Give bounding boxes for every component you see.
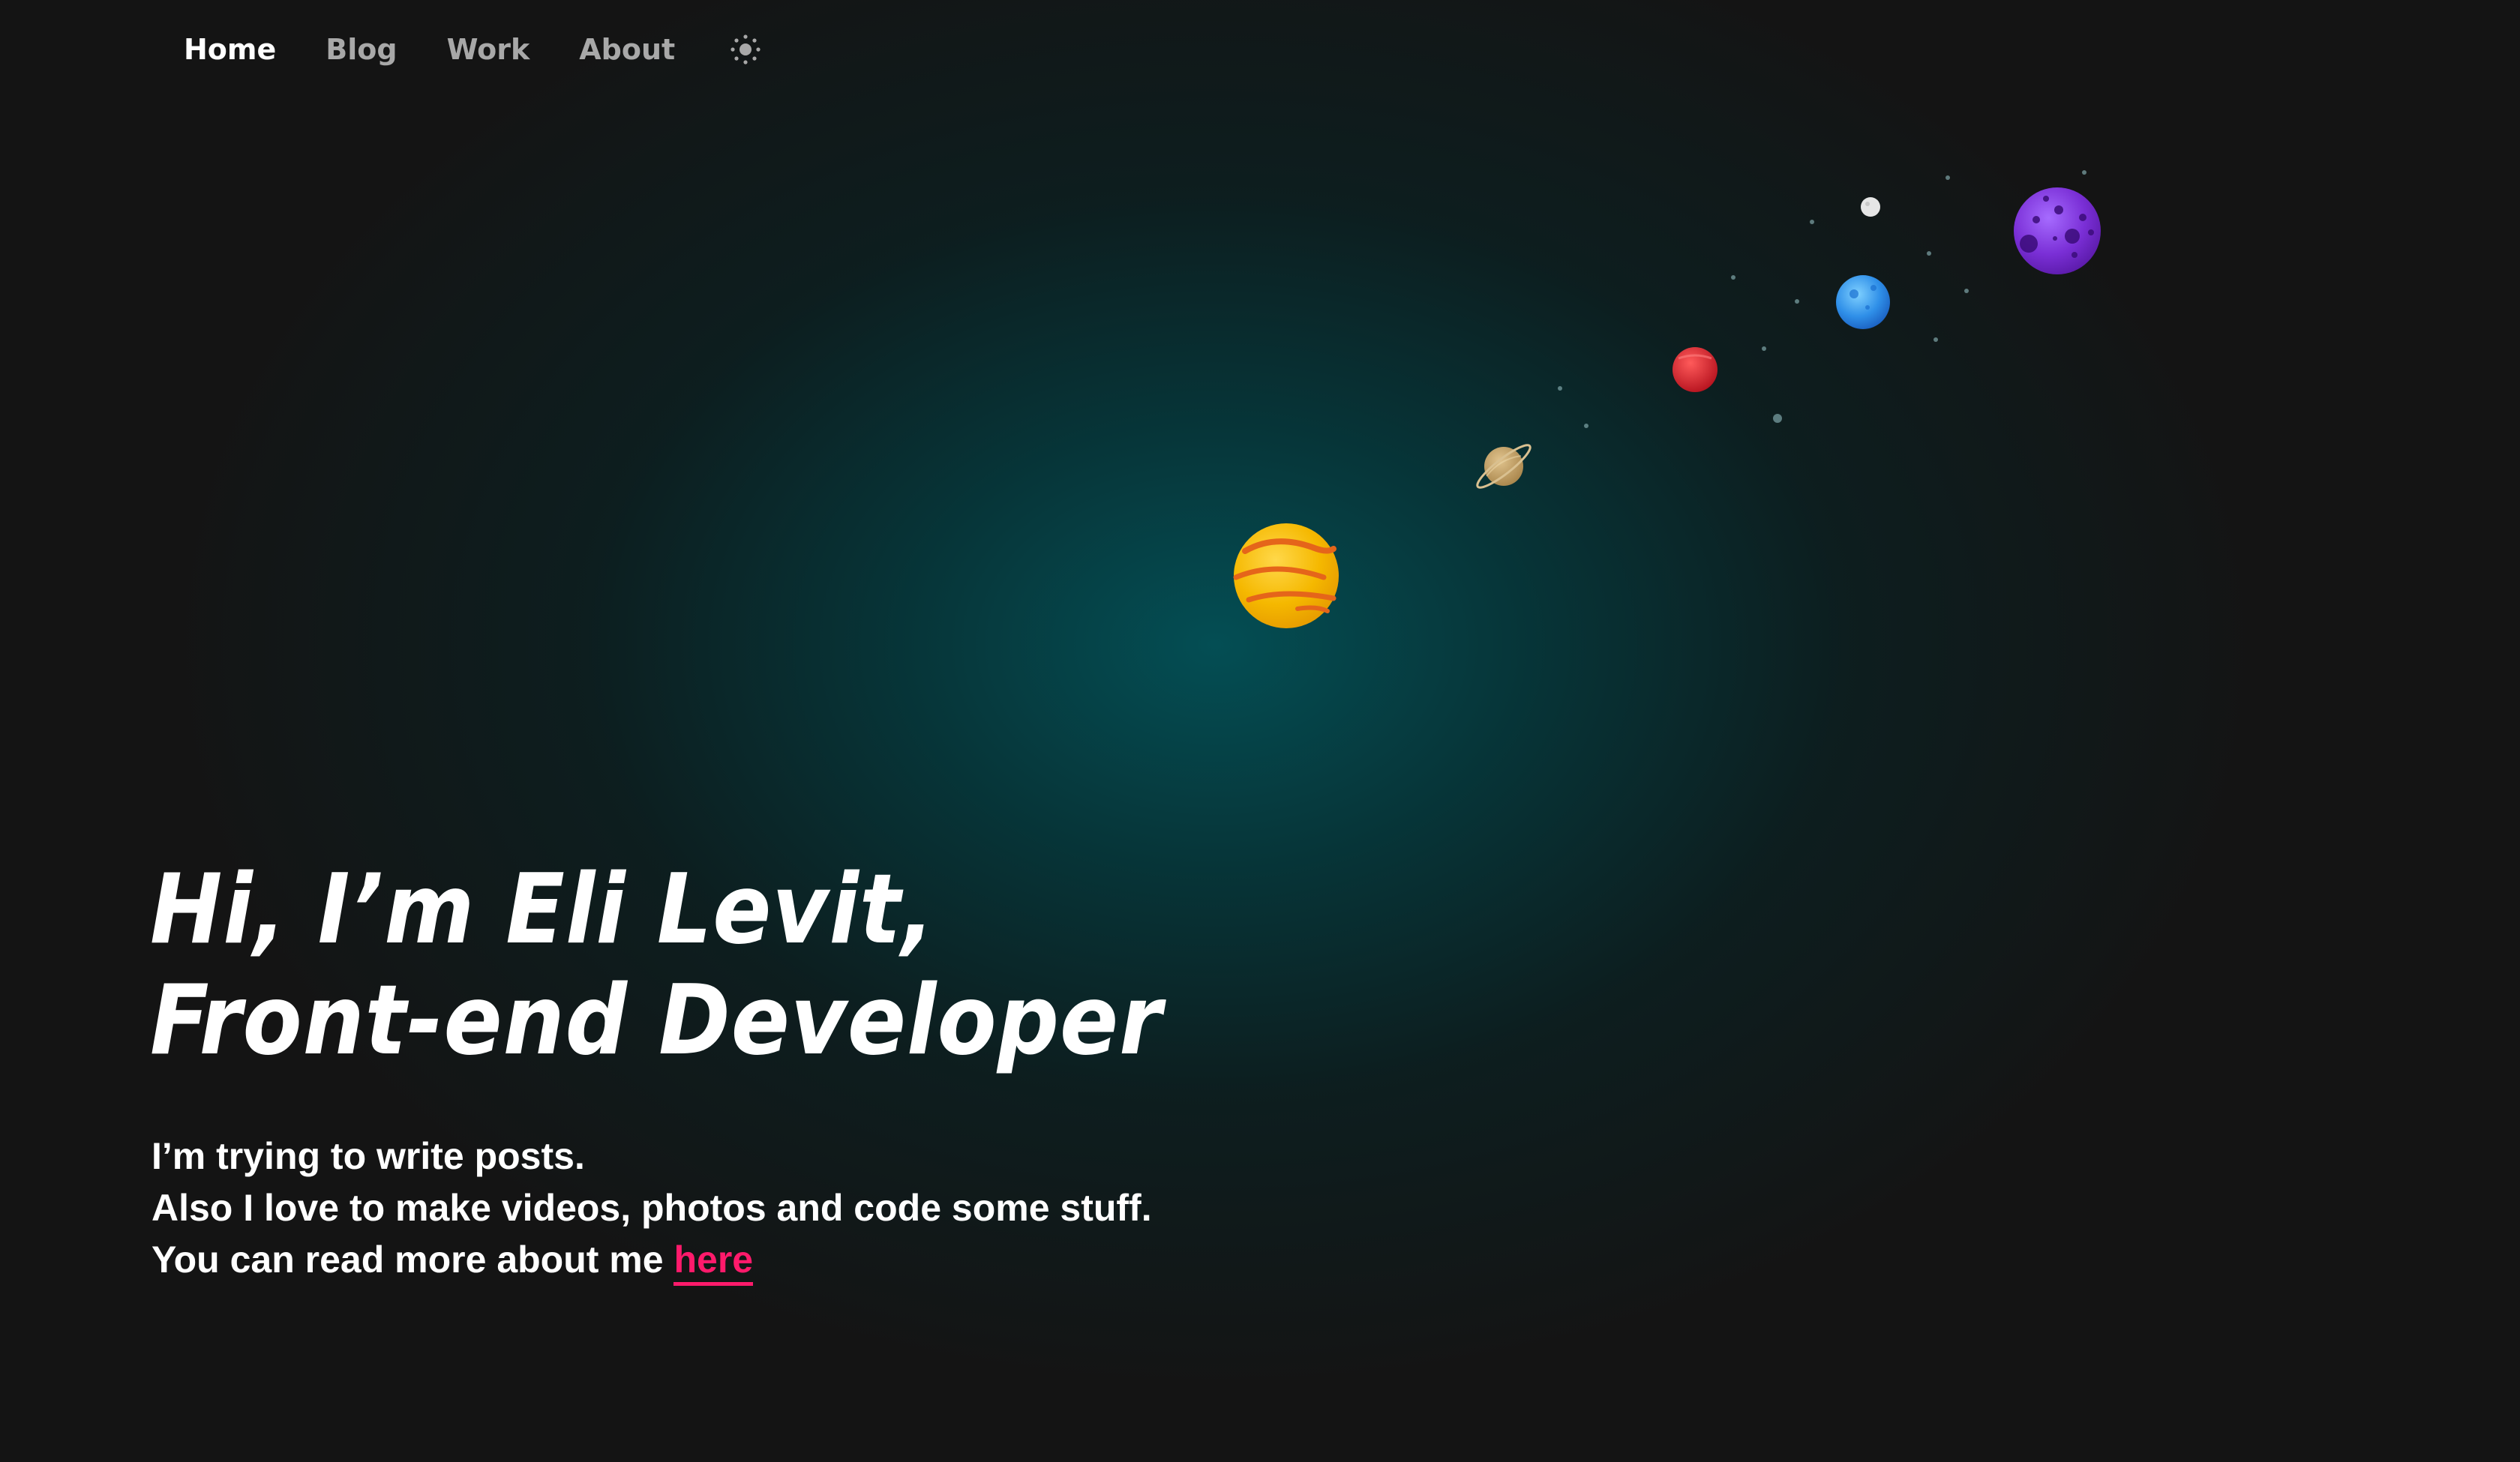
hero-title-line-2: Front-end Developer bbox=[150, 965, 1162, 1077]
hero-title: Hi, I’m Eli Levit, Front-end Developer bbox=[150, 855, 1162, 1077]
mars-planet bbox=[1672, 347, 1718, 392]
stars bbox=[1558, 170, 2086, 428]
page: Home Blog Work About Hi, I’m Eli Levit, … bbox=[0, 0, 2520, 1462]
purple-planet bbox=[2014, 187, 2101, 274]
intro-line-2: Also I love to make videos, photos and c… bbox=[152, 1187, 1152, 1229]
moon bbox=[1861, 197, 1880, 217]
about-here-link[interactable]: here bbox=[674, 1239, 754, 1286]
intro-line-1: I’m trying to write posts. bbox=[152, 1135, 585, 1177]
intro-text: I’m trying to write posts. Also I love t… bbox=[152, 1131, 1152, 1286]
hero-title-line-1: Hi, I’m Eli Levit, bbox=[150, 854, 935, 966]
intro-line-3: You can read more about me here bbox=[152, 1234, 1152, 1286]
earth-planet bbox=[1836, 275, 1890, 329]
saturn-planet bbox=[1476, 444, 1532, 489]
intro-line-3-prefix: You can read more about me bbox=[152, 1239, 674, 1281]
sun-planet bbox=[1233, 523, 1339, 628]
